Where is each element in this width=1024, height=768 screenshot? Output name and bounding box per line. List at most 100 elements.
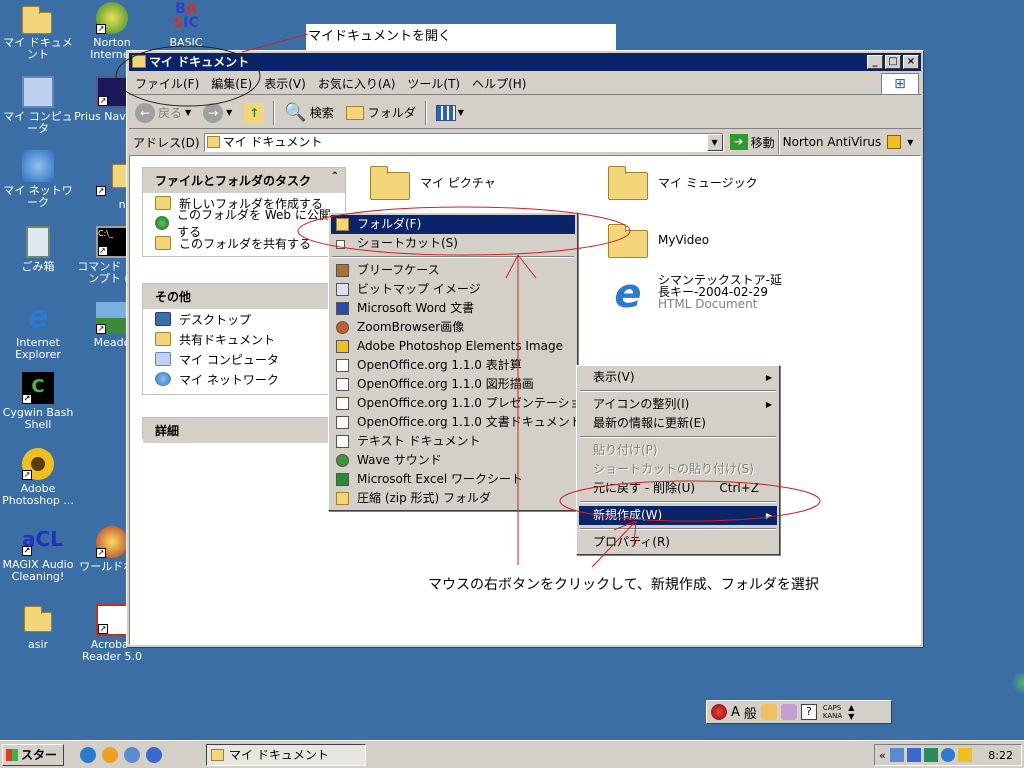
details-header[interactable]: 詳細: [143, 418, 345, 443]
new-excel-menu-item[interactable]: Microsoft Excel ワークシート: [331, 470, 575, 489]
info-icon[interactable]: [146, 747, 162, 763]
title-bar[interactable]: マイ ドキュメント _ □ ×: [129, 53, 921, 71]
menu-help[interactable]: ヘルプ(H): [466, 75, 532, 92]
tray-expand-icon[interactable]: «: [879, 749, 886, 762]
place-my-network[interactable]: マイ ネットワーク: [143, 369, 345, 389]
clock[interactable]: 8:22: [988, 749, 1013, 762]
search-button[interactable]: 🔍 検索: [278, 100, 339, 126]
paste-menu-item: 貼り付け(P): [593, 443, 658, 457]
chevron-down-icon: ▼: [907, 137, 914, 147]
new-word-menu-item[interactable]: Microsoft Word 文書: [331, 299, 575, 318]
arrange-icons-menu-item[interactable]: アイコンの整列(I) ▶: [579, 395, 777, 414]
new-wave-sound-menu-item[interactable]: Wave サウンド: [331, 451, 575, 470]
close-button[interactable]: ×: [903, 55, 919, 69]
new-folder-menu-item[interactable]: フォルダ(F): [331, 215, 575, 234]
new-oo-impress-menu-item[interactable]: OpenOffice.org 1.1.0 プレゼンテーション: [331, 394, 594, 413]
forward-button[interactable]: → ▼: [197, 100, 238, 126]
maximize-button[interactable]: □: [885, 55, 901, 69]
file-item-myvideo[interactable]: MyVideo: [606, 220, 709, 260]
undo-delete-menu-item[interactable]: 元に戻す - 削除(U) Ctrl+Z: [579, 479, 777, 498]
ime-mode-a[interactable]: A: [731, 705, 740, 720]
place-desktop[interactable]: デスクトップ: [143, 309, 345, 329]
address-input[interactable]: マイ ドキュメント ▼: [203, 132, 724, 152]
back-button[interactable]: ← 戻る ▼: [129, 100, 197, 126]
ime-icon[interactable]: [711, 704, 727, 720]
desktop-icon-photoshop[interactable]: ↗ Adobe Photoshop ...: [0, 448, 76, 507]
menu-tools[interactable]: ツール(T): [401, 75, 466, 92]
ime-mode-kanji[interactable]: 般: [744, 703, 757, 722]
collapse-icon[interactable]: ⌃: [331, 171, 339, 182]
desktop-icon-my-computer[interactable]: マイ コンピュータ: [0, 76, 76, 135]
desktop-icon-internet-explorer[interactable]: e Internet Explorer: [0, 302, 76, 361]
place-my-computer[interactable]: マイ コンピュータ: [143, 349, 345, 369]
file-item-symantec-html[interactable]: e シマンテックストア-延長キー-2004-02-29 HTML Documen…: [606, 274, 792, 314]
file-item-my-pictures[interactable]: マイ ピクチャ: [368, 162, 496, 202]
monitor-tray-icon[interactable]: [906, 748, 921, 762]
new-zoombrowser-menu-item[interactable]: ZoomBrowser画像: [331, 318, 575, 337]
properties-menu-item[interactable]: プロパティ(R): [579, 533, 777, 552]
place-shared-documents[interactable]: 共有ドキュメント: [143, 329, 345, 349]
file-item-my-music[interactable]: マイ ミュージック: [606, 162, 758, 202]
spreadsheet-icon: [336, 359, 349, 372]
share-folder-icon: [155, 236, 171, 250]
desktop-icon: [155, 312, 171, 326]
toolbar-separator: [777, 130, 780, 154]
new-shortcut-menu-item[interactable]: ショートカット(S): [331, 234, 575, 253]
menu-favorites[interactable]: お気に入り(A): [312, 75, 402, 92]
desktop-icon-my-documents[interactable]: マイ ドキュメント: [0, 2, 76, 61]
display-tray-icon[interactable]: [923, 748, 938, 762]
taskbar-window-my-documents[interactable]: マイ ドキュメント: [206, 744, 366, 766]
minimize-button[interactable]: _: [867, 55, 883, 69]
folders-button[interactable]: フォルダ: [340, 100, 422, 126]
refresh-menu-item[interactable]: 最新の情報に更新(E): [579, 414, 777, 433]
new-text-document-menu-item[interactable]: テキスト ドキュメント: [331, 432, 575, 451]
desktop-icon-magix[interactable]: aCL ↗ MAGIX Audio Cleaning!: [0, 524, 76, 583]
new-oo-writer-menu-item[interactable]: OpenOffice.org 1.1.0 文書ドキュメント: [331, 413, 582, 432]
briefcase-icon: [336, 264, 349, 277]
other-places-pane: その他 デスクトップ 共有ドキュメント マイ コンピュータ マイ ネットワーク: [142, 283, 346, 395]
menu-file[interactable]: ファイル(F): [129, 75, 205, 92]
network-tray-icon[interactable]: [889, 748, 904, 762]
ime-pad-icon[interactable]: [780, 704, 797, 720]
new-bitmap-menu-item[interactable]: ビットマップ イメージ: [331, 280, 575, 299]
new-menu-item[interactable]: 新規作成(W) ▶: [579, 506, 777, 525]
outlook-express-icon[interactable]: [124, 747, 140, 763]
media-player-icon[interactable]: [102, 747, 118, 763]
chevron-down-icon[interactable]: ▲ ▼: [848, 703, 854, 721]
desktop-icon-basic[interactable]: BA SIC BASIC: [148, 2, 224, 49]
norton-antivirus-button[interactable]: Norton AntiVirus ▼: [783, 135, 914, 149]
menu-view[interactable]: 表示(V): [258, 75, 312, 92]
desktop-icon-my-network[interactable]: マイ ネットワーク: [0, 150, 76, 209]
word-document-icon: [336, 302, 349, 315]
desktop-icon-asir[interactable]: asir: [0, 604, 76, 651]
internet-explorer-icon: e: [27, 300, 49, 335]
menu-edit[interactable]: 編集(E): [205, 75, 258, 92]
start-button[interactable]: スタート: [2, 744, 64, 766]
view-menu-item[interactable]: 表示(V) ▶: [579, 368, 777, 387]
go-button[interactable]: ➔ 移動: [729, 134, 775, 151]
task-publish-web[interactable]: このフォルダを Web に公開する: [143, 208, 345, 239]
views-button[interactable]: ▼: [430, 100, 470, 126]
new-briefcase-menu-item[interactable]: ブリーフケース: [331, 261, 575, 280]
up-folder-button[interactable]: ↑: [238, 100, 270, 126]
internet-explorer-icon[interactable]: [80, 747, 96, 763]
address-dropdown-button[interactable]: ▼: [706, 133, 723, 151]
new-photoshop-menu-item[interactable]: Adobe Photoshop Elements Image: [331, 337, 575, 356]
new-oo-draw-menu-item[interactable]: OpenOffice.org 1.1.0 図形描画: [331, 375, 575, 394]
world-voice-icon: ↗: [96, 526, 128, 558]
help-icon[interactable]: ?: [800, 704, 817, 720]
ime-tools-icon[interactable]: [760, 704, 777, 720]
norton-tray-icon[interactable]: [957, 748, 972, 762]
new-zip-folder-menu-item[interactable]: 圧縮 (zip 形式) フォルダ: [331, 489, 575, 508]
other-places-header[interactable]: その他: [143, 284, 345, 309]
chevron-down-icon: ▼: [226, 108, 233, 117]
globe-tray-icon[interactable]: [940, 748, 955, 762]
new-oo-calc-menu-item[interactable]: OpenOffice.org 1.1.0 表計算: [331, 356, 575, 375]
computer-icon: [22, 76, 54, 108]
submenu-arrow-icon: ▶: [765, 373, 772, 382]
desktop-icon-cygwin[interactable]: C ↗ Cygwin Bash Shell: [0, 372, 76, 431]
folder-icon: [132, 55, 146, 68]
globe-icon: ↗: [96, 2, 128, 34]
desktop-icon-recycle-bin[interactable]: ごみ箱: [0, 226, 76, 273]
file-folder-tasks-header[interactable]: ファイルとフォルダのタスク ⌃: [143, 168, 345, 193]
